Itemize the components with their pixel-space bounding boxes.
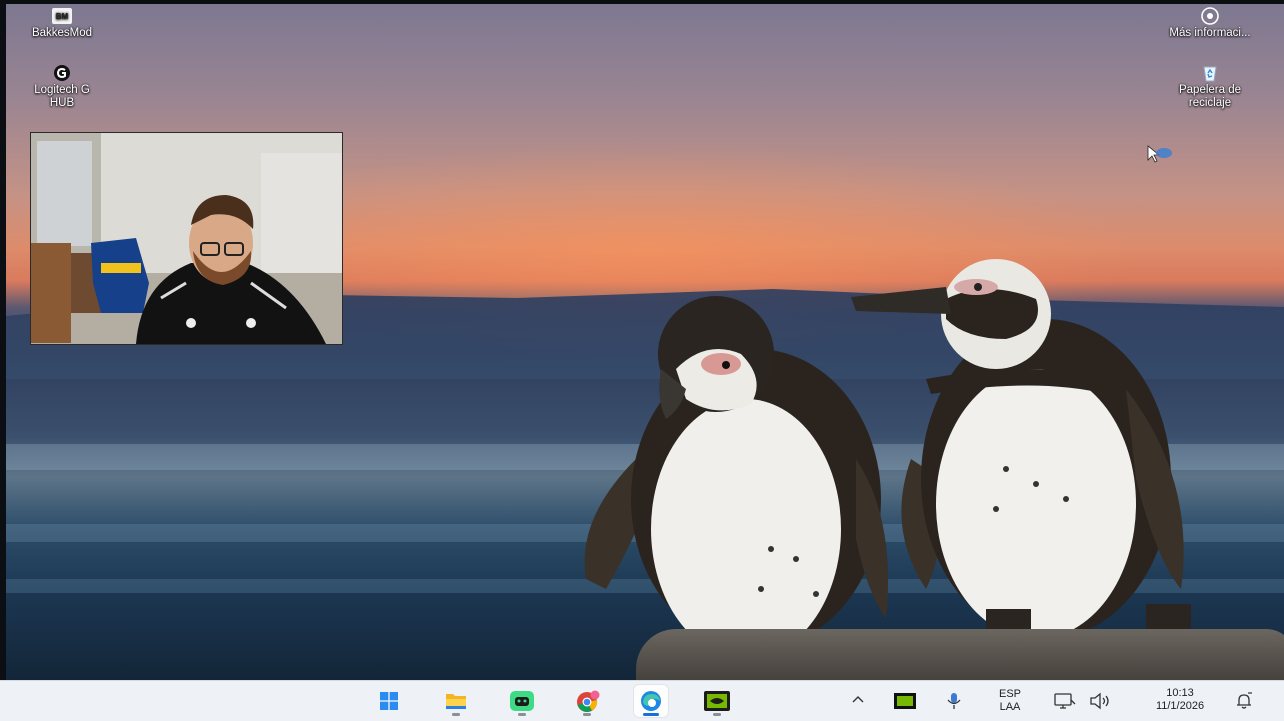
speaker-icon [1090,692,1109,710]
desktop-icon-label: Más informaci... [1169,27,1251,39]
network-monitor-icon [1054,693,1076,709]
tray-nvidia-button[interactable] [894,693,916,714]
tray-microphone-button[interactable] [946,691,962,716]
penguin-right [851,259,1191,639]
language-indicator[interactable]: ESP LAA [990,688,1030,714]
notifications-button[interactable] [1234,691,1254,716]
clock[interactable]: 10:13 11/1/2026 [1132,687,1228,713]
taskbar-chrome[interactable] [570,685,604,717]
folder-icon [446,694,466,709]
bakkesmod-icon-glyph: BM [56,12,69,21]
running-indicator [643,713,659,716]
keyboard-layout: LAA [999,701,1021,713]
clock-date: 11/1/2026 [1155,700,1205,712]
webcam-overlay [30,132,343,345]
mouse-cursor-icon [1147,145,1172,163]
nvidia-tray-icon [894,693,916,709]
taskbar-file-explorer[interactable] [439,685,473,717]
desktop[interactable]: BM BakkesMod Logitech G HUB Más informac… [6,4,1284,680]
taskbar-edge[interactable] [634,685,668,717]
edge-icon [641,691,661,711]
notification-bell-icon [1237,692,1252,709]
chevron-up-icon [852,696,864,703]
running-indicator [583,713,591,716]
camera-info-icon [1198,7,1222,25]
running-indicator [452,713,460,716]
recycle-bin-icon [1198,64,1222,82]
desktop-icon-bakkesmod[interactable]: BM BakkesMod [14,7,110,40]
desktop-icon-papelera-de-reciclaje[interactable]: Papelera de reciclaje [1162,64,1258,110]
language-code: ESP [998,688,1021,700]
taskbar-app-green[interactable] [505,685,539,717]
microphone-icon [947,693,961,709]
running-indicator [518,713,526,716]
show-hidden-icons-button[interactable] [851,693,865,712]
tray-volume-button[interactable] [1089,692,1115,715]
desktop-icon-label: Papelera de reciclaje [1178,84,1242,109]
desktop-icon-mas-informacion[interactable]: Más informaci... [1162,7,1258,40]
bakkesmod-icon: BM [50,7,74,25]
wallpaper-rock [636,629,1284,680]
taskbar-nvidia[interactable] [700,685,734,717]
nvidia-icon [704,691,730,711]
clock-time: 10:13 [1166,687,1194,699]
chrome-icon [577,690,600,712]
penguins-wallpaper-image [584,259,1191,659]
tray-network-button[interactable] [1054,692,1076,715]
taskbar: ESP LAA 10:13 11/1/2026 [0,680,1284,721]
desktop-icon-logitech-g-hub[interactable]: Logitech G HUB [14,64,110,110]
penguin-left [584,296,888,659]
webcam-person-image [31,133,342,344]
windows-logo-icon [380,692,398,710]
robot-icon [510,691,534,711]
logitech-g-icon [50,64,74,82]
desktop-icon-label: BakkesMod [31,27,93,39]
running-indicator [713,713,721,716]
start-button[interactable] [372,685,406,717]
desktop-icon-label: Logitech G HUB [34,84,90,109]
